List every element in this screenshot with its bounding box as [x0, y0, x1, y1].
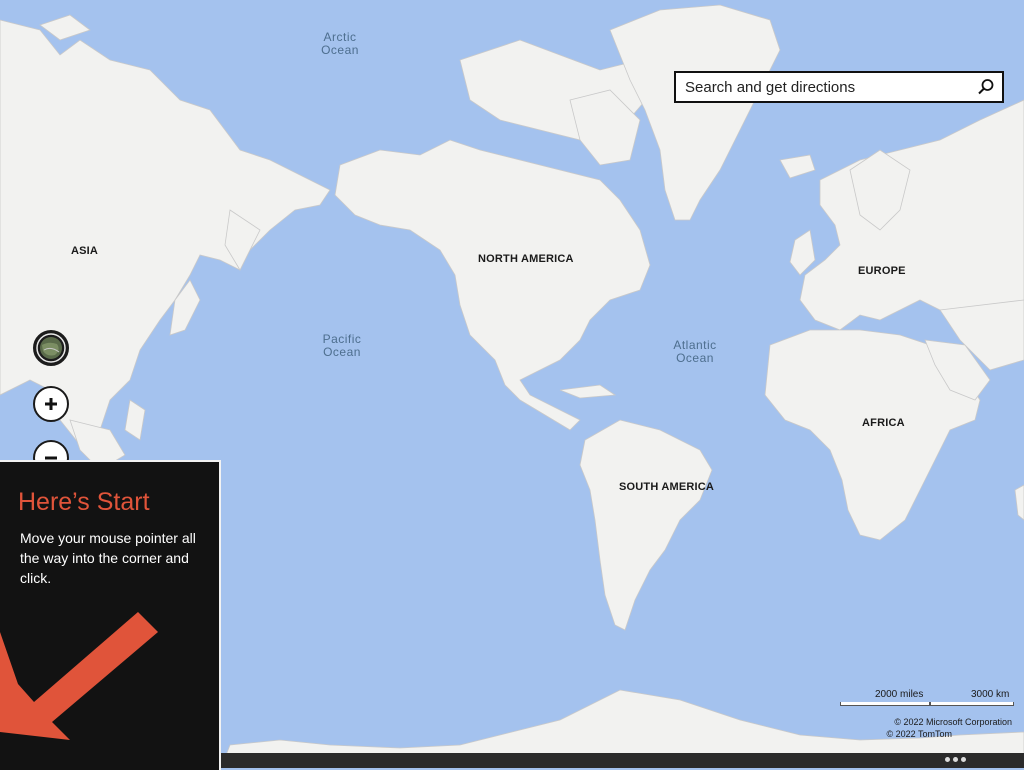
start-tip-body: Move your mouse pointer all the way into… [20, 530, 196, 586]
scale-miles-label: 2000 miles [875, 689, 924, 700]
start-tip-title: Here’s Start [18, 488, 150, 516]
start-tip-panel: Here’s Start Move your mouse pointer all… [0, 460, 221, 770]
globe-icon [36, 333, 66, 363]
ocean-name-line: Ocean [323, 345, 361, 359]
ellipsis-icon [953, 757, 958, 762]
ocean-name-line: Ocean [676, 351, 714, 365]
location-button[interactable] [33, 330, 69, 366]
ocean-name-line: Ocean [321, 43, 359, 57]
copyright-microsoft: © 2022 Microsoft Corporation [894, 717, 1012, 727]
search-button[interactable] [970, 73, 1002, 101]
ocean-label-atlantic: Atlantic Ocean [650, 339, 740, 365]
continent-label-asia: ASIA [71, 245, 99, 257]
scale-bar-miles [840, 702, 930, 706]
arrow-down-left-icon [0, 612, 158, 740]
zoom-in-button[interactable] [33, 386, 69, 422]
scale-km-label: 3000 km [971, 689, 1010, 700]
plus-icon [45, 398, 57, 410]
search-input[interactable] [676, 73, 966, 101]
search-icon [978, 79, 994, 95]
continent-label-south-america: SOUTH AMERICA [619, 481, 715, 493]
app-bar [221, 753, 1024, 768]
ocean-label-arctic: Arctic Ocean [295, 31, 385, 57]
more-options-button[interactable] [945, 757, 966, 765]
search-box[interactable] [674, 71, 1004, 103]
continent-label-africa: AFRICA [862, 417, 905, 429]
ocean-label-pacific: Pacific Ocean [297, 333, 387, 359]
continent-label-europe: EUROPE [858, 265, 906, 277]
ellipsis-icon [945, 757, 950, 762]
ellipsis-icon [961, 757, 966, 762]
scale-bar-km [930, 702, 1014, 706]
continent-label-north-america: NORTH AMERICA [478, 253, 574, 265]
copyright-tomtom: © 2022 TomTom [886, 729, 953, 739]
